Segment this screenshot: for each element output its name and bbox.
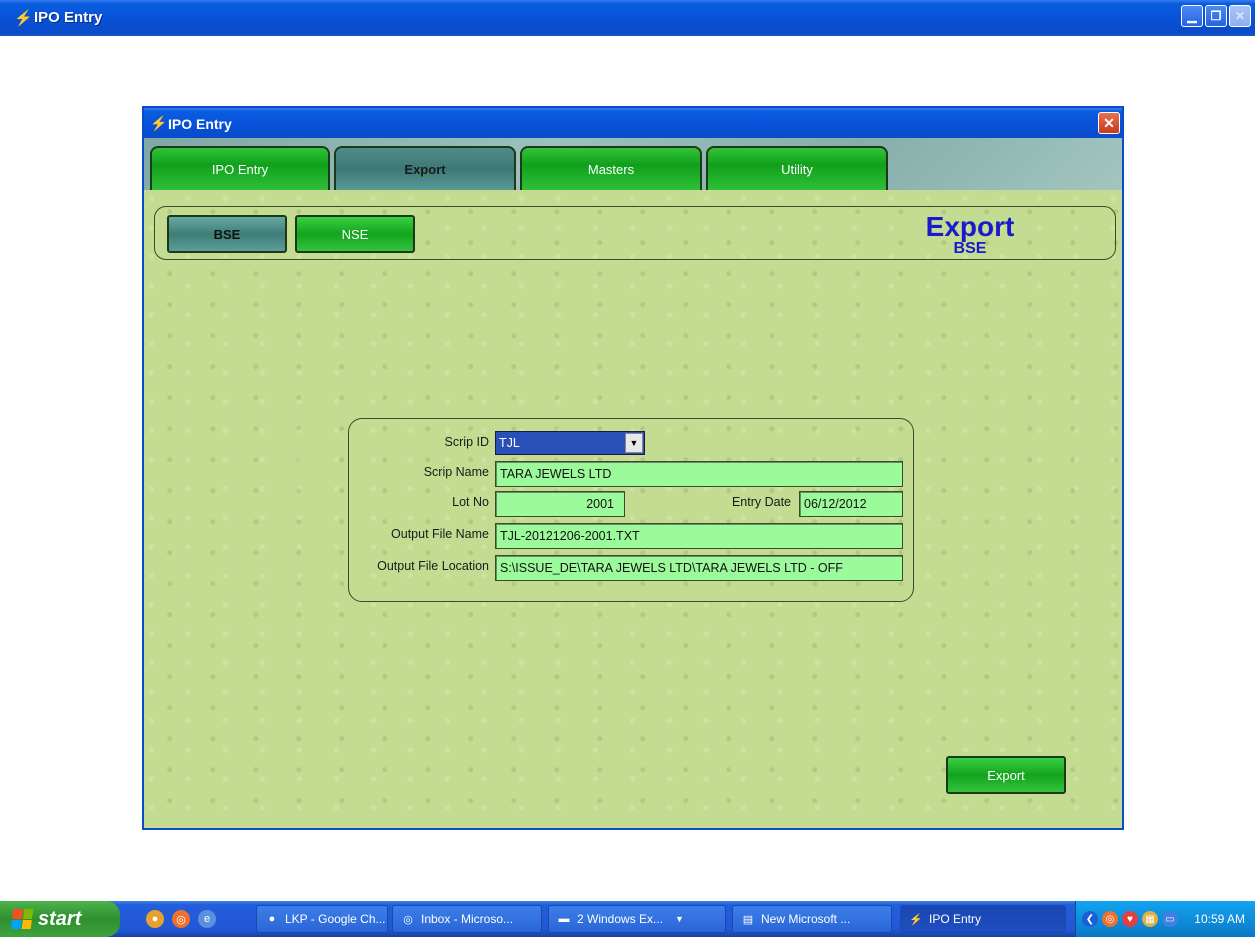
task-label: LKP - Google Ch...: [285, 912, 386, 926]
task-label: IPO Entry: [929, 912, 982, 926]
exchange-panel: BSE NSE Export BSE: [154, 206, 1116, 260]
scrip-name-label: Scrip Name: [423, 465, 489, 479]
folder-icon: ▬: [558, 913, 570, 925]
tab-masters[interactable]: Masters: [520, 146, 702, 190]
task-button-outlook[interactable]: ◎ Inbox - Microso...: [392, 905, 542, 933]
tab-utility[interactable]: Utility: [706, 146, 888, 190]
output-file-location-field[interactable]: S:\ISSUE_DE\TARA JEWELS LTD\TARA JEWELS …: [495, 555, 903, 581]
minimize-button[interactable]: ▁: [1181, 5, 1203, 27]
scrip-id-value: TJL: [499, 436, 520, 450]
quick-launch: ● ◎ e: [146, 910, 216, 928]
heart-icon[interactable]: ♥: [1122, 911, 1138, 927]
tab-export[interactable]: Export: [334, 146, 516, 190]
task-label: 2 Windows Ex...: [577, 912, 664, 926]
window-controls: ▁ ❐ ✕: [1181, 5, 1251, 27]
tab-ipo-entry[interactable]: IPO Entry: [150, 146, 330, 190]
chrome-icon[interactable]: ●: [146, 910, 164, 928]
internet-explorer-icon[interactable]: e: [198, 910, 216, 928]
chevron-down-icon[interactable]: ▼: [625, 433, 643, 453]
network-icon[interactable]: ▦: [1142, 911, 1158, 927]
output-file-name-field[interactable]: TJL-20121206-2001.TXT: [495, 523, 903, 549]
export-heading-subtitle: BSE: [953, 240, 987, 257]
export-content-area: BSE NSE Export BSE Scrip ID TJL ▼ Scrip …: [144, 190, 1122, 828]
outer-window-titlebar[interactable]: ⚡ IPO Entry ▁ ❐ ✕: [0, 0, 1255, 36]
bse-button[interactable]: BSE: [167, 215, 287, 253]
task-button-chrome[interactable]: ● LKP - Google Ch...: [256, 905, 388, 933]
outer-window-title: IPO Entry: [34, 9, 103, 26]
task-button-ipo-entry[interactable]: ⚡ IPO Entry: [900, 905, 1066, 933]
export-button[interactable]: Export: [946, 756, 1066, 794]
task-label: Inbox - Microso...: [421, 912, 514, 926]
ipo-app-icon: ⚡: [909, 913, 923, 926]
outer-close-button[interactable]: ✕: [1229, 5, 1251, 27]
system-tray: ❮ ◎ ♥ ▦ ▭ 10:59 AM: [1075, 901, 1255, 937]
output-file-name-label: Output File Name: [391, 527, 489, 541]
task-label: New Microsoft ...: [761, 912, 851, 926]
entry-date-label: Entry Date: [731, 495, 791, 509]
start-button[interactable]: start: [0, 901, 120, 937]
export-heading: Export BSE: [915, 213, 1025, 257]
entry-date-field[interactable]: 06/12/2012: [799, 491, 903, 517]
windows-logo-icon: [10, 909, 34, 929]
ipo-entry-dialog: ⚡ IPO Entry ✕ IPO Entry Export Masters U…: [142, 106, 1124, 830]
monitor-icon[interactable]: ▭: [1162, 911, 1178, 927]
back-arrow-icon[interactable]: ❮: [1082, 911, 1098, 927]
word-icon: ▤: [742, 913, 754, 926]
export-form-panel: Scrip ID TJL ▼ Scrip Name TARA JEWELS LT…: [348, 418, 914, 602]
output-file-location-label: Output File Location: [377, 559, 489, 573]
clock[interactable]: 10:59 AM: [1194, 912, 1245, 926]
outlook-tray-icon[interactable]: ◎: [1102, 911, 1118, 927]
ipo-app-icon: ⚡: [150, 115, 168, 131]
chrome-icon: ●: [268, 913, 276, 925]
scrip-id-select[interactable]: TJL ▼: [495, 431, 645, 455]
windows-taskbar: start ● ◎ e ● LKP - Google Ch... ◎ Inbox…: [0, 901, 1255, 937]
outlook-icon[interactable]: ◎: [172, 910, 190, 928]
scrip-name-field[interactable]: TARA JEWELS LTD: [495, 461, 903, 487]
task-button-word[interactable]: ▤ New Microsoft ...: [732, 905, 892, 933]
chevron-down-icon: ▼: [675, 914, 684, 924]
task-button-explorer[interactable]: ▬ 2 Windows Ex... ▼: [548, 905, 726, 933]
tab-bar: IPO Entry Export Masters Utility: [144, 138, 1122, 190]
outlook-icon: ◎: [403, 913, 413, 926]
ipo-app-icon: ⚡: [14, 10, 33, 27]
dialog-titlebar[interactable]: ⚡ IPO Entry ✕: [144, 108, 1122, 138]
lot-no-label: Lot No: [452, 495, 489, 509]
nse-button[interactable]: NSE: [295, 215, 415, 253]
lot-no-field[interactable]: 2001: [495, 491, 625, 517]
start-label: start: [38, 907, 82, 930]
dialog-title: IPO Entry: [168, 116, 232, 132]
dialog-close-button[interactable]: ✕: [1098, 112, 1120, 134]
scrip-id-label: Scrip ID: [444, 435, 489, 449]
export-heading-title: Export: [925, 211, 1015, 242]
restore-button[interactable]: ❐: [1205, 5, 1227, 27]
